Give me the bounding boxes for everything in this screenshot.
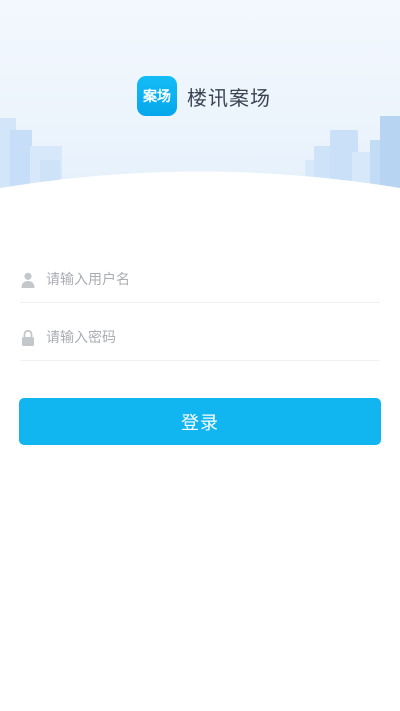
app-brand: 案场 楼讯案场 [137,76,271,116]
username-field[interactable] [20,258,380,303]
login-button[interactable]: 登录 [19,398,381,445]
app-title: 楼讯案场 [187,85,271,110]
app-logo: 案场 [137,76,177,116]
password-field[interactable] [20,316,380,361]
username-input[interactable] [46,265,380,295]
user-icon [21,272,35,288]
password-input[interactable] [46,323,380,353]
lock-icon [21,330,35,346]
